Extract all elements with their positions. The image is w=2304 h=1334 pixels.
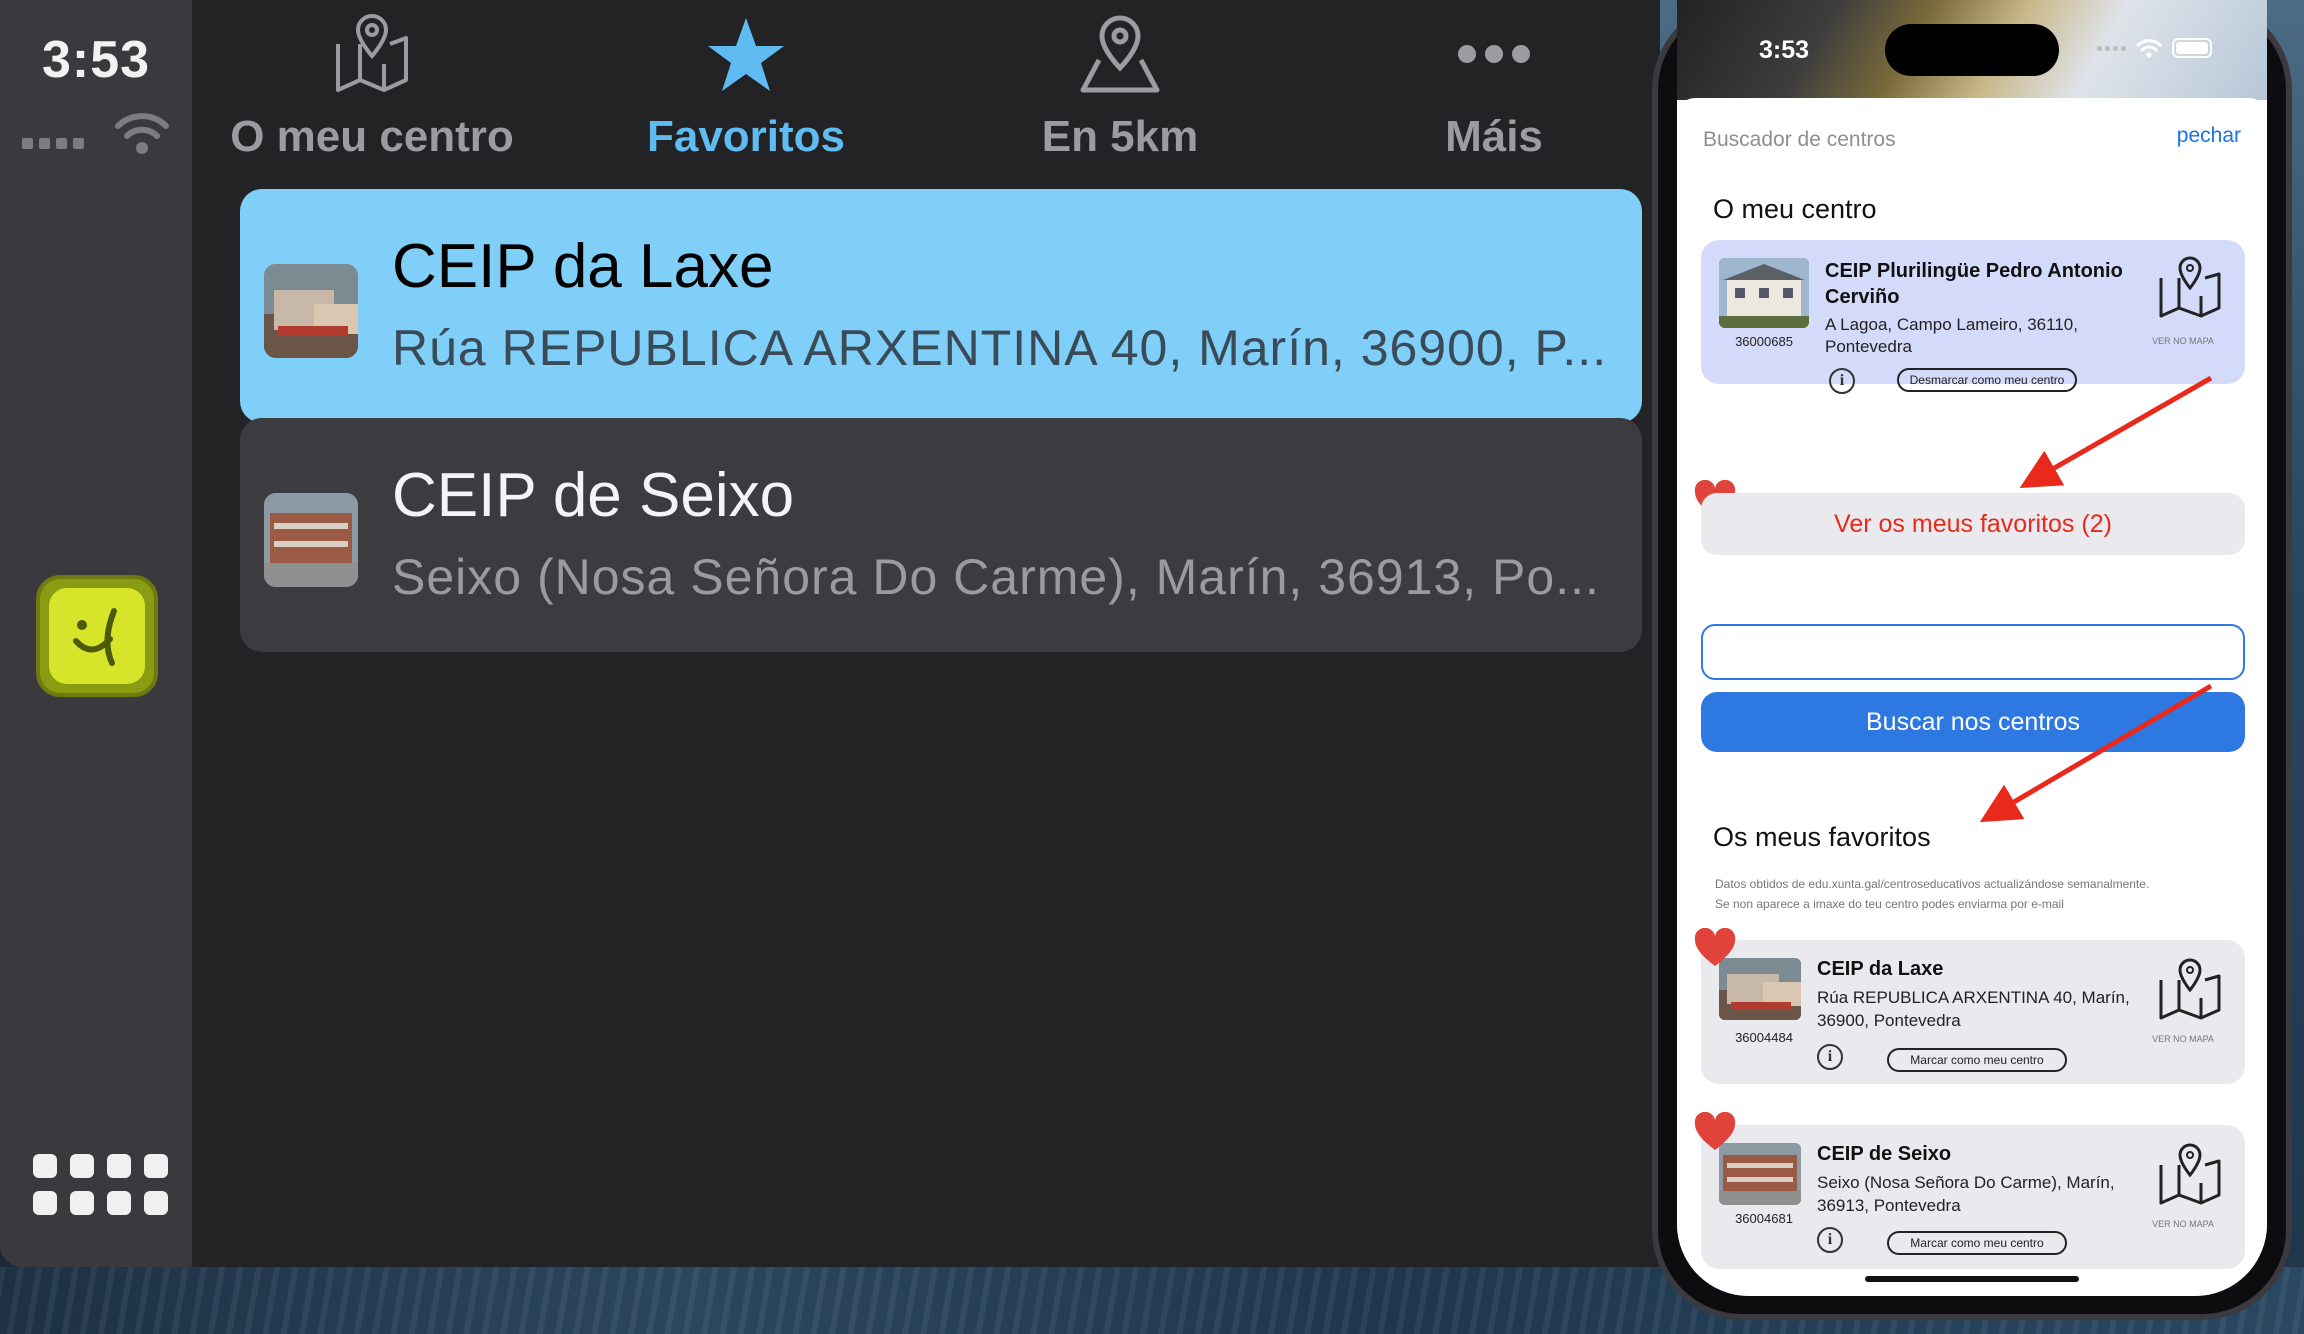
favorite-card-ceip-de-seixo[interactable]: 36004681 CEIP de Seixo Seixo (Nosa Señor… (1701, 1125, 2245, 1269)
list-item-title: CEIP da Laxe (392, 232, 774, 301)
map-icon[interactable] (2157, 1143, 2223, 1207)
mark-my-center-button[interactable]: Marcar como meu centro (1887, 1231, 2067, 1255)
tab-label: O meu centro (230, 112, 514, 161)
info-icon[interactable]: i (1817, 1227, 1843, 1253)
map-pin-icon (336, 14, 408, 92)
cellular-signal-icon (2097, 45, 2126, 51)
search-button[interactable]: Buscar nos centros (1701, 692, 2245, 752)
data-source-note: Datos obtidos de edu.xunta.gal/centrosed… (1715, 874, 2235, 914)
status-bar-icons (2097, 38, 2212, 58)
cellular-signal-icon (22, 138, 84, 149)
info-icon[interactable]: i (1829, 368, 1855, 394)
carplay-list-item-ceip-da-laxe[interactable]: CEIP da Laxe Rúa REPUBLICA ARXENTINA 40,… (240, 189, 1642, 423)
carplay-tab-bar: O meu centro Favoritos En 5km Máis (192, 0, 1660, 180)
wifi-icon (115, 113, 169, 154)
mark-my-center-button[interactable]: Marcar como meu centro (1887, 1048, 2067, 1072)
school-thumbnail (264, 493, 358, 587)
iphone-screen: 3:53 Buscador de centros pechar O meu ce… (1677, 0, 2267, 1296)
map-label: VER NO MAPA (2152, 336, 2214, 346)
map-label: VER NO MAPA (2152, 1219, 2214, 1229)
map-icon[interactable] (2157, 958, 2223, 1022)
tab-label: En 5km (1041, 112, 1199, 161)
carplay-list-item-ceip-de-seixo[interactable]: CEIP de Seixo Seixo (Nosa Señora Do Carm… (240, 418, 1642, 652)
note-line: Datos obtidos de edu.xunta.gal/centrosed… (1715, 877, 2150, 891)
center-name: CEIP Plurilingüe Pedro Antonio Cerviño (1825, 260, 2123, 308)
battery-icon (2172, 38, 2212, 58)
more-icon (1458, 45, 1530, 63)
list-item-subtitle: Seixo (Nosa Señora Do Carme), Marín, 369… (392, 549, 1600, 605)
carplay-window: 3:53 O meu centro Favoritos En 5km Máis … (0, 0, 1660, 1267)
center-code: 36004484 (1735, 1030, 1793, 1045)
view-favorites-button[interactable]: Ver os meus favoritos (2) (1701, 493, 2245, 555)
tab-favoritos[interactable]: Favoritos (566, 0, 926, 180)
center-code: 36004681 (1735, 1211, 1793, 1226)
tab-en-5km[interactable]: En 5km (940, 0, 1300, 180)
center-address: Seixo (Nosa Señora Do Carme), Marín, 369… (1817, 1173, 2115, 1215)
my-center-card[interactable]: 36000685 CEIP Plurilingüe Pedro Antonio … (1701, 240, 2245, 394)
unmark-my-center-button[interactable]: Desmarcar como meu centro (1897, 368, 2077, 392)
search-input[interactable] (1701, 624, 2245, 680)
tab-mais[interactable]: Máis (1314, 0, 1660, 180)
smiley-logo-icon (73, 608, 117, 666)
star-icon (708, 18, 784, 91)
app-icon[interactable] (36, 575, 158, 697)
info-icon[interactable]: i (1817, 1044, 1843, 1070)
heart-icon[interactable] (1693, 1112, 1737, 1152)
status-bar-clock: 3:53 (1759, 36, 1810, 64)
carplay-sidebar: 3:53 (0, 0, 192, 1267)
list-item-title: CEIP de Seixo (392, 461, 795, 530)
app-grid-icon[interactable] (33, 1154, 168, 1215)
center-name: CEIP da Laxe (1817, 958, 1944, 980)
center-name: CEIP de Seixo (1817, 1143, 1952, 1165)
map-icon[interactable] (2157, 256, 2223, 320)
map-label: VER NO MAPA (2152, 1034, 2214, 1044)
wifi-icon (2136, 39, 2162, 58)
school-thumbnail (1719, 258, 1809, 328)
section-heading-favorites: Os meus favoritos (1713, 822, 1931, 852)
note-line: Se non aparece a imaxe do teu centro pod… (1715, 897, 2064, 911)
center-code: 36000685 (1735, 334, 1793, 349)
school-thumbnail (264, 264, 358, 358)
school-thumbnail (1719, 1143, 1801, 1205)
tab-label: Máis (1445, 112, 1543, 161)
center-address: Rúa REPUBLICA ARXENTINA 40, Marín, 36900… (1817, 988, 2130, 1030)
favorite-card-ceip-da-laxe[interactable]: 36004484 CEIP da Laxe Rúa REPUBLICA ARXE… (1701, 940, 2245, 1084)
heart-icon[interactable] (1693, 928, 1737, 968)
center-address: A Lagoa, Campo Lameiro, 36110, Pontevedr… (1825, 315, 2078, 356)
search-sheet: Buscador de centros pechar O meu centro … (1677, 98, 2267, 1296)
tab-label: Favoritos (646, 112, 846, 161)
close-button[interactable]: pechar (2177, 124, 2241, 148)
list-item-subtitle: Rúa REPUBLICA ARXENTINA 40, Marín, 36900… (392, 320, 1608, 376)
location-pin-icon (1080, 15, 1160, 93)
tab-o-meu-centro[interactable]: O meu centro (192, 0, 552, 180)
dynamic-island (1885, 24, 2059, 76)
carplay-clock: 3:53 (41, 31, 151, 89)
section-heading-my-center: O meu centro (1713, 194, 1877, 224)
home-indicator[interactable] (1865, 1276, 2079, 1282)
sheet-title: Buscador de centros (1703, 128, 1896, 151)
